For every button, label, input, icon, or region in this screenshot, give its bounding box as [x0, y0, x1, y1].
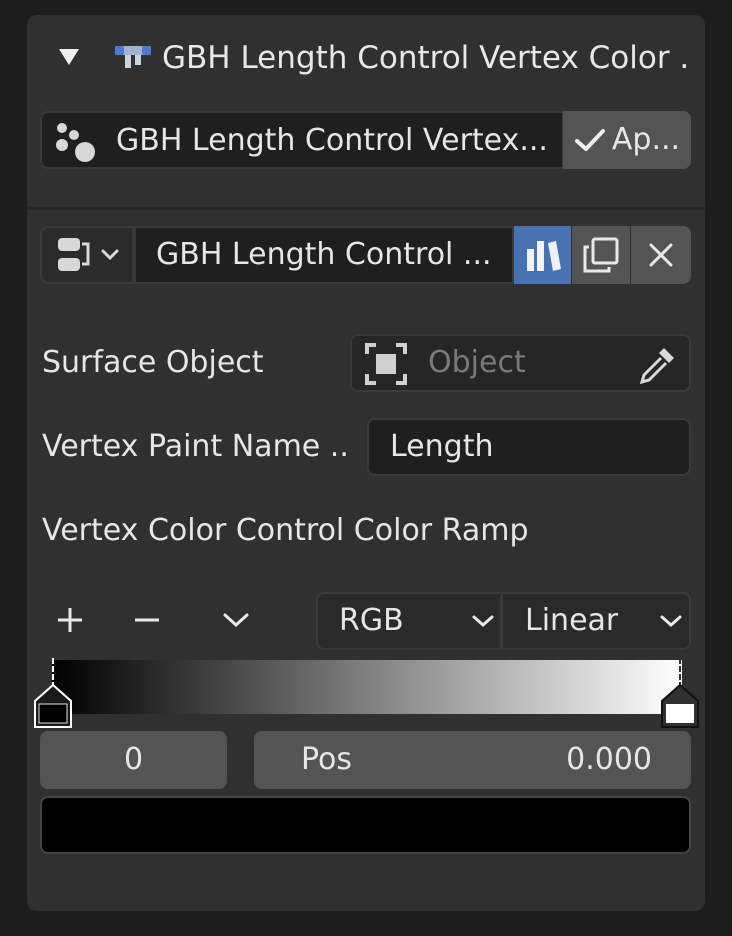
- apply-button[interactable]: Ap...: [563, 111, 691, 169]
- unlink-button[interactable]: [631, 226, 691, 284]
- geometry-nodes-icon: [113, 42, 153, 74]
- color-mode-value: RGB: [339, 603, 404, 638]
- color-stop-black[interactable]: [33, 683, 73, 729]
- eyedropper-icon[interactable]: [636, 342, 680, 386]
- surface-object-label: Surface Object: [42, 345, 264, 380]
- color-ramp-gradient[interactable]: [52, 660, 682, 714]
- vertex-paint-name-value: Length: [390, 429, 494, 464]
- object-icon: [364, 342, 408, 386]
- vertex-paint-name-label: Vertex Paint Name ...: [42, 429, 352, 464]
- node-group-name: GBH Length Control ...: [156, 237, 492, 272]
- active-stop-color-swatch[interactable]: [40, 796, 691, 854]
- remove-stop-button[interactable]: [127, 600, 167, 640]
- duplicate-button[interactable]: [572, 226, 630, 284]
- apply-label: Ap...: [611, 122, 681, 157]
- active-stop-index[interactable]: 0: [40, 731, 227, 789]
- library-icon: [526, 241, 561, 271]
- modifier-title[interactable]: GBH Length Control Vertex Color ...: [162, 38, 692, 78]
- duplicate-icon: [583, 237, 619, 273]
- color-ramp-label: Vertex Color Control Color Ramp: [42, 513, 529, 548]
- triangle-down-icon: [59, 49, 79, 65]
- node-group-browse-button[interactable]: [40, 226, 134, 284]
- minus-icon: [135, 618, 159, 622]
- panel-separator: [27, 207, 705, 210]
- chevron-down-icon: [470, 612, 496, 634]
- close-icon: [649, 243, 673, 267]
- add-stop-button[interactable]: [50, 600, 90, 640]
- chevron-down-icon: [658, 612, 684, 634]
- interpolation-value: Linear: [525, 603, 619, 638]
- chevron-down-icon: [223, 613, 249, 628]
- check-icon: [574, 129, 605, 151]
- fake-user-button[interactable]: [514, 226, 571, 284]
- color-stop-white[interactable]: [660, 683, 700, 729]
- stop-position-label: Pos: [301, 742, 353, 777]
- plus-icon: [58, 608, 82, 632]
- node-tree-icon: [58, 238, 90, 271]
- chevron-down-icon: [101, 249, 119, 261]
- collapse-toggle[interactable]: [52, 40, 86, 74]
- surface-object-placeholder: Object: [428, 345, 526, 380]
- stop-position-value: 0.000: [566, 742, 652, 777]
- ramp-menu-button[interactable]: [216, 600, 256, 640]
- particles-icon: [52, 120, 98, 164]
- modifier-datablock-name: GBH Length Control Vertex...: [116, 123, 546, 158]
